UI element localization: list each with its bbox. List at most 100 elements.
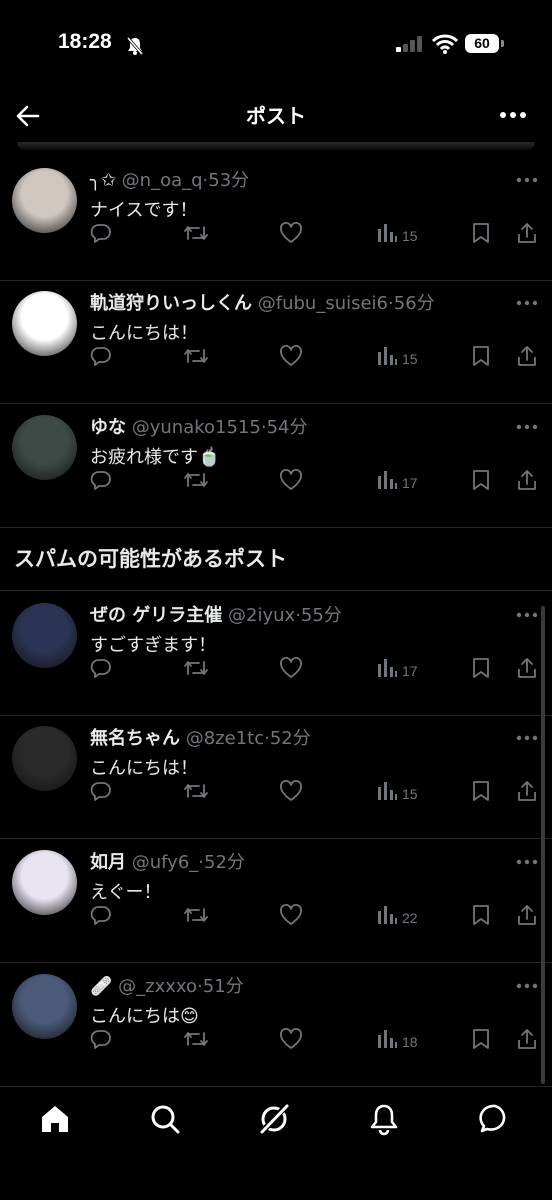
- bookmark-icon[interactable]: [470, 1028, 492, 1050]
- retweet-button[interactable]: [183, 345, 209, 371]
- views-icon[interactable]: [376, 657, 398, 679]
- share-icon[interactable]: [516, 469, 538, 491]
- views-button[interactable]: [376, 469, 398, 495]
- more-icon[interactable]: [516, 300, 538, 306]
- like-button[interactable]: [279, 345, 303, 371]
- like-icon[interactable]: [279, 222, 303, 244]
- post-more[interactable]: [516, 291, 538, 310]
- retweet-button[interactable]: [183, 904, 209, 930]
- views-icon[interactable]: [376, 345, 398, 367]
- like-button[interactable]: [279, 222, 303, 248]
- retweet-button[interactable]: [183, 780, 209, 806]
- post-item[interactable]: 🩹 @_zxxxo·51分 こんにちは😊 18: [0, 964, 552, 1087]
- share-button[interactable]: [516, 780, 538, 806]
- bookmark-button[interactable]: [470, 780, 492, 806]
- bookmark-icon[interactable]: [470, 469, 492, 491]
- reply-icon[interactable]: [90, 657, 112, 679]
- retweet-icon[interactable]: [183, 904, 209, 926]
- more-icon[interactable]: [516, 735, 538, 741]
- retweet-icon[interactable]: [183, 780, 209, 802]
- home-icon[interactable]: [38, 1102, 72, 1136]
- handle[interactable]: @8ze1tc: [186, 728, 264, 749]
- retweet-button[interactable]: [183, 657, 209, 683]
- like-icon[interactable]: [279, 780, 303, 802]
- avatar[interactable]: [12, 415, 77, 480]
- bookmark-icon[interactable]: [470, 345, 492, 367]
- reply-icon[interactable]: [90, 345, 112, 367]
- post-item[interactable]: ゆな @yunako1515·54分 お疲れ様です🍵 17: [0, 405, 552, 528]
- post-more[interactable]: [516, 603, 538, 622]
- avatar[interactable]: [12, 726, 77, 791]
- reply-button[interactable]: [90, 780, 112, 806]
- post-item[interactable]: ╮✩ @n_oa_q·53分 ナイスです！ 15: [0, 158, 552, 281]
- share-button[interactable]: [516, 469, 538, 495]
- post-more[interactable]: [516, 168, 538, 187]
- views-button[interactable]: [376, 904, 398, 930]
- more-icon[interactable]: [500, 111, 526, 119]
- more-icon[interactable]: [516, 612, 538, 618]
- reply-button[interactable]: [90, 904, 112, 930]
- bookmark-button[interactable]: [470, 222, 492, 248]
- retweet-icon[interactable]: [183, 1028, 209, 1050]
- bookmark-button[interactable]: [470, 1028, 492, 1054]
- retweet-icon[interactable]: [183, 345, 209, 367]
- views-icon[interactable]: [376, 469, 398, 491]
- display-name[interactable]: 如月: [90, 852, 126, 873]
- avatar[interactable]: [12, 603, 77, 668]
- views-button[interactable]: [376, 345, 398, 371]
- back-arrow-icon[interactable]: [14, 102, 42, 130]
- views-button[interactable]: [376, 780, 398, 806]
- share-icon[interactable]: [516, 222, 538, 244]
- like-icon[interactable]: [279, 657, 303, 679]
- share-button[interactable]: [516, 904, 538, 930]
- messages-icon[interactable]: [478, 1102, 512, 1136]
- display-name[interactable]: 無名ちゃん: [90, 728, 180, 749]
- scrollbar[interactable]: [541, 606, 545, 1084]
- bookmark-icon[interactable]: [470, 222, 492, 244]
- reply-icon[interactable]: [90, 222, 112, 244]
- share-icon[interactable]: [516, 345, 538, 367]
- display-name[interactable]: ╮✩: [90, 170, 116, 191]
- reply-button[interactable]: [90, 657, 112, 683]
- post-more[interactable]: [516, 974, 538, 993]
- like-button[interactable]: [279, 904, 303, 930]
- reply-button[interactable]: [90, 1028, 112, 1054]
- reply-icon[interactable]: [90, 780, 112, 802]
- post-more[interactable]: [516, 850, 538, 869]
- post-more[interactable]: [516, 415, 538, 434]
- share-button[interactable]: [516, 1028, 538, 1054]
- share-icon[interactable]: [516, 780, 538, 802]
- avatar[interactable]: [12, 168, 77, 233]
- bookmark-icon[interactable]: [470, 657, 492, 679]
- more-icon[interactable]: [516, 983, 538, 989]
- views-button[interactable]: [376, 657, 398, 683]
- bookmark-icon[interactable]: [470, 904, 492, 926]
- display-name[interactable]: ゆな: [90, 417, 126, 438]
- like-icon[interactable]: [279, 904, 303, 926]
- grok-icon[interactable]: [257, 1102, 291, 1136]
- post-item[interactable]: 無名ちゃん @8ze1tc·52分 こんにちは！ 15: [0, 716, 552, 839]
- share-icon[interactable]: [516, 657, 538, 679]
- retweet-icon[interactable]: [183, 469, 209, 491]
- bookmark-button[interactable]: [470, 469, 492, 495]
- views-icon[interactable]: [376, 780, 398, 802]
- share-button[interactable]: [516, 222, 538, 248]
- display-name[interactable]: 🩹: [90, 976, 112, 997]
- post-more[interactable]: [516, 726, 538, 745]
- views-button[interactable]: [376, 222, 398, 248]
- share-button[interactable]: [516, 345, 538, 371]
- share-icon[interactable]: [516, 904, 538, 926]
- post-item[interactable]: ぜの ゲリラ主催 @2iyux·55分 すごすぎます！ 17: [0, 593, 552, 716]
- share-button[interactable]: [516, 657, 538, 683]
- views-icon[interactable]: [376, 1028, 398, 1050]
- handle[interactable]: @yunako1515: [132, 417, 261, 438]
- handle[interactable]: @ufy6_: [132, 852, 199, 873]
- views-icon[interactable]: [376, 222, 398, 244]
- like-icon[interactable]: [279, 1028, 303, 1050]
- search-icon[interactable]: [148, 1102, 182, 1136]
- bookmark-button[interactable]: [470, 345, 492, 371]
- reply-icon[interactable]: [90, 904, 112, 926]
- handle[interactable]: @n_oa_q: [122, 170, 203, 191]
- more-icon[interactable]: [516, 424, 538, 430]
- reply-button[interactable]: [90, 469, 112, 495]
